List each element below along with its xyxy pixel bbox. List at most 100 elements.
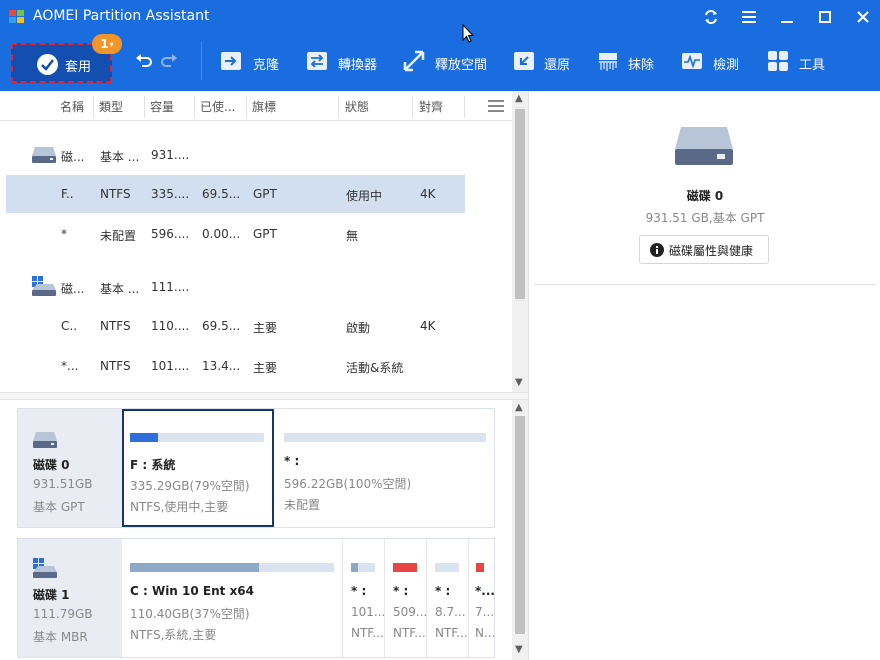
disk-size: 111.79GB [33,607,93,621]
wipe-icon [599,53,617,71]
partition-usage-bar [130,563,334,572]
refresh-button[interactable] [698,5,724,29]
row-status: 啟動 [346,321,371,335]
column-header-alignment[interactable]: 對齊 [419,91,443,121]
column-header-type[interactable]: 類型 [99,91,123,121]
header-divider [0,120,512,121]
aomei-logo-icon [9,10,24,23]
undo-icon[interactable] [133,50,155,72]
partition-capacity: 509... [393,605,428,619]
minimize-button[interactable] [774,5,800,29]
row-name: C.. [61,319,78,333]
column-header-flag[interactable]: 旗標 [252,91,276,121]
row-used: 69.5... [202,319,241,333]
row-type: 基本 ... [100,282,140,296]
row-flag: 主要 [253,321,278,335]
row-align: 4K [420,187,436,201]
row-status: 無 [346,229,359,243]
map-scrollbar[interactable]: ▲ ▼ [512,400,528,660]
title-bar: AOMEI Partition Assistant [0,0,880,34]
row-size: 110.... [151,319,190,333]
partition-block-unallocated[interactable]: * : 596.22GB(100%空閒) 未配置 [274,409,494,527]
info-icon [650,243,664,257]
mouse-cursor-icon [462,24,475,43]
details-pane: 磁碟 0 931.51 GB,基本 GPT 磁碟屬性與健康 [528,91,880,660]
row-name: * [61,227,67,241]
partition-title: * : [435,584,451,598]
column-header-name[interactable]: 名稱 [60,91,84,121]
partition-usage-bar [351,563,375,572]
row-align: 4K [420,319,436,333]
partition-info: NTF... [351,626,384,640]
row-name: 磁... [61,282,85,296]
partition-capacity: 110.40GB(37%空閒) [130,607,250,621]
partition-capacity: 7.... [475,605,494,619]
convert-label: 轉換器 [338,58,378,73]
partition-block-ntfs[interactable]: * : 8.7... NTF... [427,539,469,657]
partition-info: 未配置 [284,498,321,512]
minimize-icon [781,21,793,23]
tools-button[interactable]: 工具 [767,44,827,80]
row-size: 101.... [151,359,190,373]
clone-button[interactable]: 克隆 [220,44,280,80]
disk-info-0: 磁碟 0 931.51GB 基本 GPT [18,409,122,527]
disk-properties-label: 磁碟屬性與健康 [669,244,754,258]
disk-properties-button[interactable]: 磁碟屬性與健康 [639,235,769,264]
pane-splitter[interactable] [0,392,528,400]
convert-button[interactable]: 轉換器 [306,44,386,80]
clone-icon [221,52,241,70]
row-size: 335.... [151,187,190,201]
refresh-icon [705,9,717,25]
partition-usage-bar [476,563,484,572]
partition-block-f[interactable]: F : 系統 335.29GB(79%空閒) NTFS,使用中,主要 [122,409,274,527]
list-scrollbar[interactable]: ▲ ▼ [512,91,528,392]
details-disk-subtitle: 931.51 GB,基本 GPT [645,211,765,225]
free-space-button[interactable]: 釋放空間 [403,44,493,80]
windows-disk-icon [33,558,57,578]
free-space-icon [403,50,425,72]
row-status: 使用中 [346,189,383,203]
row-type: 基本 ... [100,150,140,164]
column-header-status[interactable]: 狀態 [345,91,369,121]
column-settings-icon[interactable] [488,99,504,113]
hamburger-menu-icon [742,11,756,23]
restore-button[interactable]: 還原 [513,44,573,80]
row-flag: GPT [253,187,277,201]
pending-operations-badge[interactable]: 1 ▾ [92,34,122,54]
row-type: NTFS [100,187,131,201]
scroll-down-icon[interactable]: ▼ [515,377,523,388]
partition-capacity: 335.29GB(79%空閒) [130,479,250,493]
partition-info: NTFS,使用中,主要 [130,500,229,514]
restore-label: 還原 [544,58,571,73]
partition-usage-bar [284,433,486,442]
scroll-up-icon[interactable]: ▲ [515,402,523,413]
partition-usage-bar [130,433,264,442]
row-status: 活動&系統 [346,361,404,375]
partition-info: N... [475,626,494,640]
usage-fill [130,433,159,442]
close-button[interactable] [850,5,876,29]
scrollbar-thumb[interactable] [515,109,525,299]
scrollbar-thumb[interactable] [515,416,525,634]
toolbar: 套用 1 ▾ 克隆 轉換器 釋放空間 還原 抹除 檢測 工具 [0,34,880,91]
scroll-up-icon[interactable]: ▲ [515,93,523,104]
row-type: NTFS [100,359,131,373]
maximize-button[interactable] [812,5,838,29]
column-header-capacity[interactable]: 容量 [150,91,174,121]
disk-card-1[interactable]: 磁碟 1 111.79GB 基本 MBR C : Win 10 Ent x64 … [17,538,495,658]
menu-button[interactable] [736,5,762,29]
scroll-down-icon[interactable]: ▼ [515,644,523,655]
disk-card-0[interactable]: 磁碟 0 931.51GB 基本 GPT F : 系統 335.29GB(79%… [17,408,495,528]
column-header-used[interactable]: 已使... [200,91,235,121]
partition-block-last[interactable]: *... 7.... N... [469,539,494,657]
disk-info-1: 磁碟 1 111.79GB 基本 MBR [18,539,122,657]
partition-info: NTF... [393,626,426,640]
partition-block-recovery[interactable]: * : 509... NTF... [385,539,427,657]
wipe-button[interactable]: 抹除 [597,44,657,80]
redo-icon[interactable] [158,50,180,72]
usage-fill [351,563,359,572]
partition-block-c[interactable]: C : Win 10 Ent x64 110.40GB(37%空閒) NTFS,… [122,539,343,657]
restore-icon [514,52,534,70]
partition-block-system[interactable]: * : 101... NTF... [343,539,385,657]
test-button[interactable]: 檢測 [681,44,741,80]
